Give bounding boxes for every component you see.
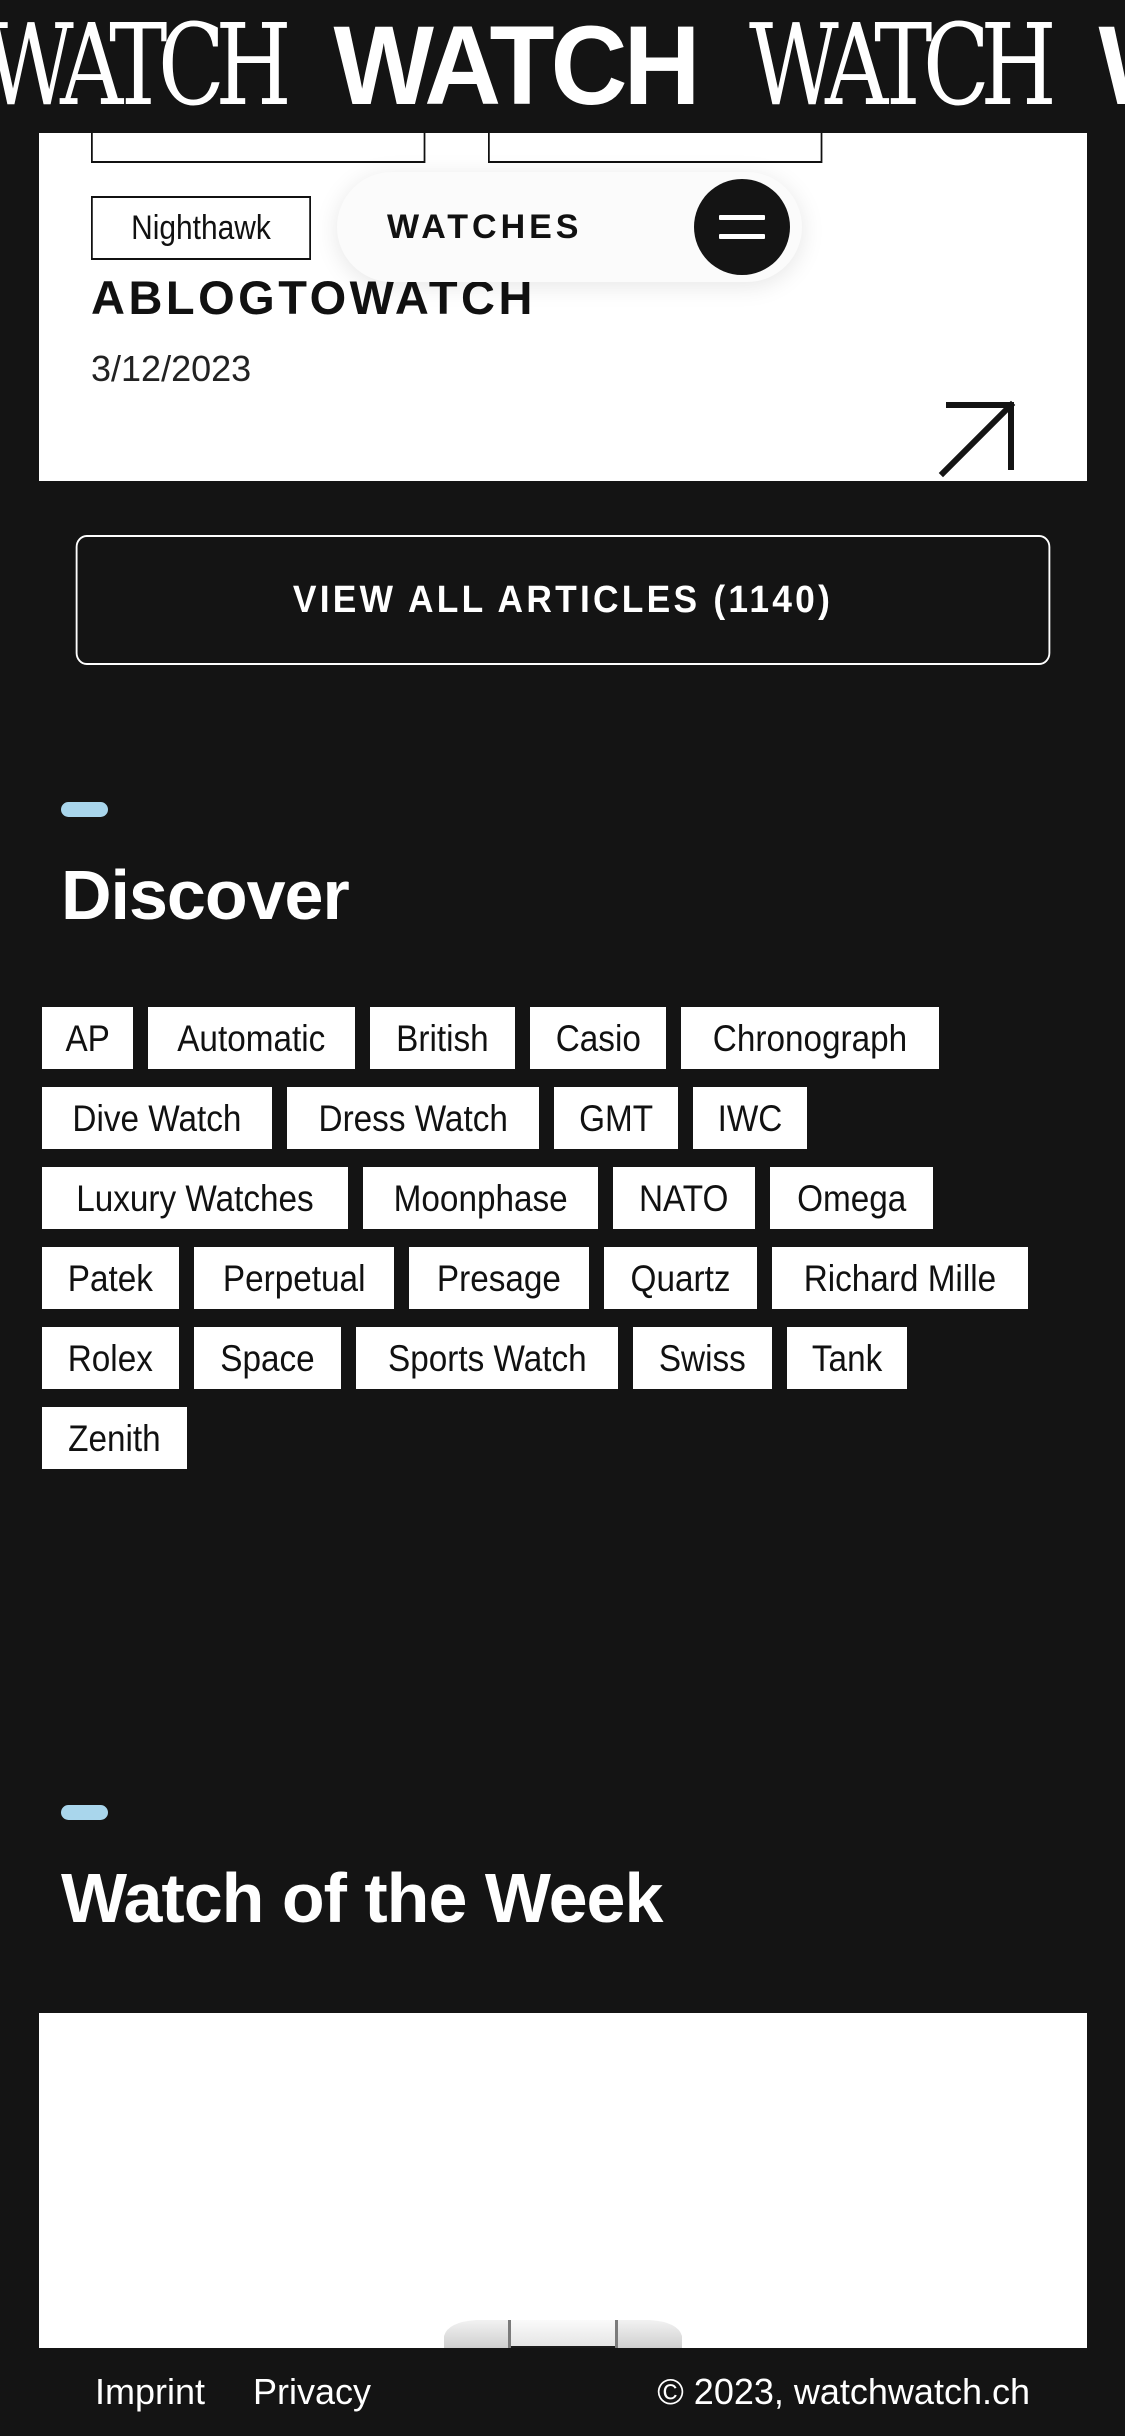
- marquee-banner: WATCH WATCH WATCH WATCH WATCH: [0, 0, 1125, 133]
- tag-chip[interactable]: IWC: [693, 1087, 808, 1149]
- tag-label: Zenith: [68, 1417, 161, 1459]
- tag-label: Luxury Watches: [76, 1177, 314, 1219]
- tag-label: Casio: [555, 1017, 641, 1059]
- watch-of-week-accent-dash: [61, 1805, 108, 1820]
- watch-of-week-card[interactable]: [39, 2013, 1087, 2368]
- tag-chip[interactable]: Swiss: [633, 1327, 772, 1389]
- tag-chip[interactable]: Rolex: [42, 1327, 179, 1389]
- view-all-articles-button[interactable]: VIEW ALL ARTICLES (1140): [75, 535, 1051, 665]
- tag-label: Swiss: [659, 1337, 747, 1379]
- discover-heading: Discover: [61, 856, 350, 934]
- hamburger-line: [719, 215, 765, 220]
- tag-label: Patek: [67, 1257, 153, 1299]
- tag-label: Quartz: [630, 1257, 731, 1299]
- article-tag-nighthawk[interactable]: Nighthawk: [91, 196, 311, 260]
- tag-chip[interactable]: Richard Mille: [771, 1247, 1028, 1309]
- hamburger-icon[interactable]: [694, 179, 790, 275]
- tag-chip[interactable]: Quartz: [603, 1247, 757, 1309]
- watch-of-week-heading: Watch of the Week: [61, 1859, 663, 1937]
- article-tag-row-top: [91, 133, 868, 163]
- tag-label: Automatic: [177, 1017, 326, 1059]
- floating-nav-pill[interactable]: WATCHES: [337, 172, 802, 282]
- tag-label: Dress Watch: [318, 1097, 508, 1139]
- marquee-word: WATCH: [333, 3, 701, 129]
- footer-link-imprint[interactable]: Imprint: [95, 2371, 205, 2413]
- tag-label: Space: [219, 1337, 315, 1379]
- tag-label: Presage: [436, 1257, 561, 1299]
- discover-accent-dash: [61, 802, 108, 817]
- footer-copyright: © 2023, watchwatch.ch: [657, 2371, 1030, 2412]
- tag-label: Moonphase: [393, 1177, 568, 1219]
- marquee-track: WATCH WATCH WATCH WATCH WATCH: [0, 1, 1125, 132]
- tag-chip[interactable]: Omega: [769, 1167, 933, 1229]
- tag-label: Rolex: [67, 1337, 153, 1379]
- discover-tag-list: AP Automatic British Casio Chronograph D…: [42, 1007, 1047, 1469]
- tag-label: Perpetual: [222, 1257, 366, 1299]
- tag-label: AP: [65, 1017, 110, 1059]
- tag-chip[interactable]: Casio: [529, 1007, 667, 1069]
- footer-link-privacy[interactable]: Privacy: [253, 2371, 371, 2413]
- footer-bar: Imprint Privacy © 2023, watchwatch.ch: [0, 2348, 1125, 2436]
- tag-label: Omega: [796, 1177, 906, 1219]
- marquee-word: WATCH: [1099, 10, 1125, 122]
- tag-label: Tank: [811, 1337, 883, 1379]
- tag-label: Chronograph: [713, 1017, 908, 1059]
- tag-chip[interactable]: Patek: [42, 1247, 179, 1309]
- marquee-word: WATCH: [748, 1, 1057, 132]
- tag-chip[interactable]: Perpetual: [193, 1247, 395, 1309]
- tag-chip[interactable]: NATO: [613, 1167, 755, 1229]
- tag-chip[interactable]: Dive Watch: [42, 1087, 272, 1149]
- tag-chip[interactable]: Chronograph: [681, 1007, 940, 1069]
- arrow-up-right-icon[interactable]: [933, 393, 1023, 481]
- tag-chip[interactable]: Space: [193, 1327, 341, 1389]
- nav-label-watches[interactable]: WATCHES: [387, 208, 694, 247]
- hamburger-line: [719, 234, 765, 239]
- tag-chip[interactable]: Presage: [409, 1247, 589, 1309]
- tag-chip[interactable]: Zenith: [42, 1407, 187, 1469]
- marquee-word: WATCH: [0, 1, 292, 132]
- tag-label: NATO: [639, 1177, 729, 1219]
- tag-chip[interactable]: Dress Watch: [286, 1087, 540, 1149]
- tag-chip[interactable]: Moonphase: [362, 1167, 599, 1229]
- tag-chip[interactable]: Tank: [786, 1327, 908, 1389]
- tag-chip[interactable]: Sports Watch: [355, 1327, 619, 1389]
- tag-label: Dive Watch: [72, 1097, 242, 1139]
- article-tag[interactable]: [91, 133, 426, 163]
- tag-chip[interactable]: GMT: [554, 1087, 679, 1149]
- tag-label: British: [396, 1017, 489, 1059]
- article-date: 3/12/2023: [91, 348, 252, 389]
- footer-links: Imprint Privacy: [95, 2371, 371, 2413]
- tag-label: IWC: [717, 1097, 783, 1139]
- tag-chip[interactable]: British: [369, 1007, 515, 1069]
- tag-chip[interactable]: Luxury Watches: [42, 1167, 348, 1229]
- tag-chip[interactable]: AP: [42, 1007, 134, 1069]
- tag-label: Sports Watch: [387, 1337, 587, 1379]
- tag-chip[interactable]: Automatic: [148, 1007, 355, 1069]
- article-tag[interactable]: [488, 133, 823, 163]
- tag-label: GMT: [579, 1097, 654, 1139]
- tag-label: Richard Mille: [803, 1257, 997, 1299]
